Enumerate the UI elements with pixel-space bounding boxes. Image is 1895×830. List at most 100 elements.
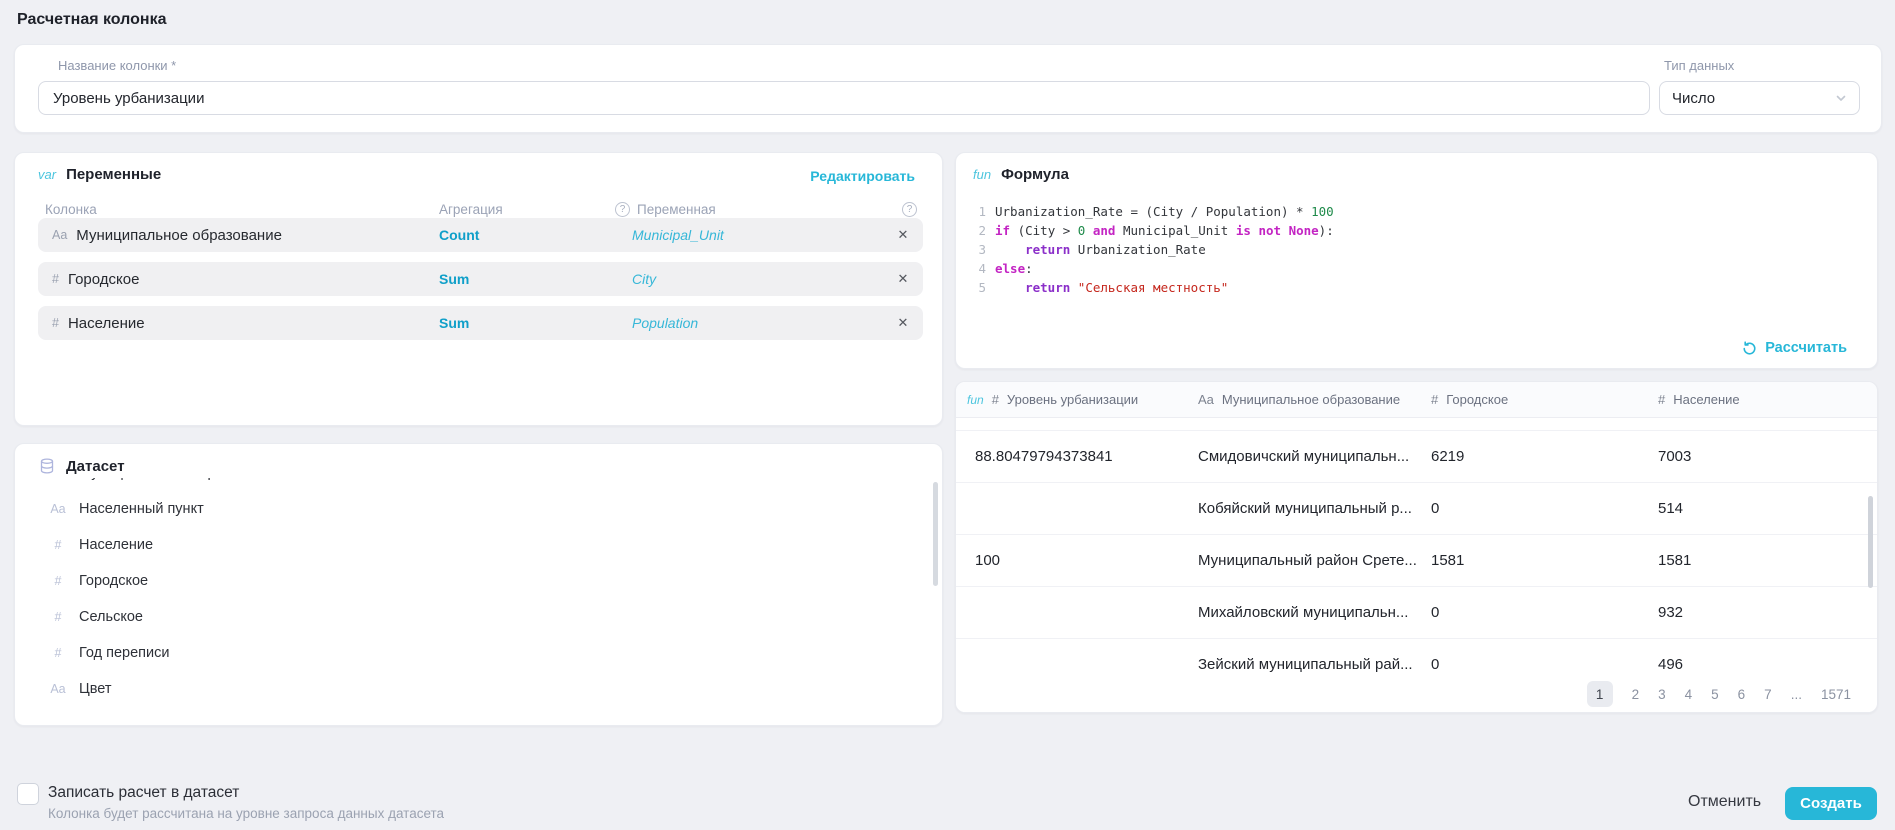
variable-name[interactable]: Municipal_Unit bbox=[632, 227, 883, 243]
preview-cell: 514 bbox=[1658, 500, 1877, 517]
aggregation-select[interactable]: Sum bbox=[439, 315, 632, 331]
preview-table: fun#Уровень урбанизацииAaМуниципальное о… bbox=[955, 381, 1878, 713]
number-type-icon: # bbox=[1658, 392, 1665, 407]
number-type-icon: # bbox=[48, 610, 68, 624]
help-icon[interactable]: ? bbox=[615, 202, 630, 217]
dataset-field-list: AaМуниципальное образованиеAaНаселенный … bbox=[15, 478, 932, 719]
preview-row: 88.80479794373841Смидовичский муниципаль… bbox=[956, 431, 1877, 483]
aggregation-select[interactable]: Sum bbox=[439, 271, 632, 287]
refresh-icon bbox=[1742, 341, 1757, 356]
column-name-input[interactable] bbox=[38, 81, 1650, 115]
preview-scrollbar[interactable] bbox=[1868, 496, 1873, 588]
code-text: Urbanization_Rate = (City / Population) … bbox=[995, 202, 1334, 221]
dataset-field[interactable]: #Сельское bbox=[15, 599, 932, 635]
edit-variables-link[interactable]: Редактировать bbox=[810, 168, 915, 184]
line-number: 5 bbox=[973, 278, 986, 297]
preview-column-label: Городское bbox=[1446, 392, 1508, 407]
create-button[interactable]: Создать bbox=[1785, 787, 1877, 820]
write-to-dataset-label[interactable]: Записать расчет в датасет bbox=[48, 784, 239, 802]
formula-panel-header: fun Формула bbox=[973, 166, 1069, 183]
remove-variable-button[interactable]: ✕ bbox=[883, 271, 923, 287]
code-text: return "Сельская местность" bbox=[995, 278, 1228, 297]
variable-row: AaМуниципальное образованиеCountMunicipa… bbox=[38, 218, 923, 252]
preview-cell: Зейский муниципальный рай... bbox=[1198, 656, 1431, 673]
aggregation-select[interactable]: Count bbox=[439, 227, 632, 243]
preview-row: Михайловский муниципальн...0932 bbox=[956, 587, 1877, 639]
code-text: if (City > 0 and Municipal_Unit is not N… bbox=[995, 221, 1334, 240]
dataset-field[interactable]: #Год переписи bbox=[15, 635, 932, 671]
help-icon[interactable]: ? bbox=[902, 202, 917, 217]
dataset-field[interactable]: #Население bbox=[15, 527, 932, 563]
preview-column-header: fun#Уровень урбанизации bbox=[967, 392, 1198, 407]
variable-name[interactable]: City bbox=[632, 271, 883, 287]
variable-name[interactable]: Population bbox=[632, 315, 883, 331]
data-type-select[interactable]: Число bbox=[1659, 81, 1860, 115]
fun-tag: fun bbox=[973, 167, 991, 182]
code-line: 3 return Urbanization_Rate bbox=[973, 240, 1857, 259]
remove-variable-button[interactable]: ✕ bbox=[883, 227, 923, 243]
page-title: Расчетная колонка bbox=[17, 11, 166, 29]
cancel-button[interactable]: Отменить bbox=[1688, 793, 1761, 811]
dataset-field[interactable]: AaНаселенный пункт bbox=[15, 491, 932, 527]
dataset-scrollbar[interactable] bbox=[933, 482, 938, 586]
formula-code-editor[interactable]: 1Urbanization_Rate = (City / Population)… bbox=[973, 202, 1857, 297]
pagination-page[interactable]: 2 bbox=[1632, 687, 1640, 702]
preview-row-sliver bbox=[956, 418, 1877, 431]
write-to-dataset-hint: Колонка будет рассчитана на уровне запро… bbox=[48, 806, 444, 821]
variable-row: # Городское SumCity✕ bbox=[38, 262, 923, 296]
variable-column-name: Городское bbox=[68, 271, 139, 288]
preview-cell: 6219 bbox=[1431, 448, 1658, 465]
preview-cell: Смидовичский муниципальн... bbox=[1198, 448, 1431, 465]
code-line: 1Urbanization_Rate = (City / Population)… bbox=[973, 202, 1857, 221]
number-type-icon: # bbox=[1431, 392, 1438, 407]
variables-panel: var Переменные Редактировать Колонка Агр… bbox=[14, 152, 943, 426]
preview-cell: 0 bbox=[1431, 656, 1658, 673]
pagination-page[interactable]: 1571 bbox=[1821, 687, 1851, 702]
variable-column-cell: AaМуниципальное образование bbox=[38, 227, 439, 244]
line-number: 4 bbox=[973, 259, 986, 278]
variable-row: # Население SumPopulation✕ bbox=[38, 306, 923, 340]
fun-tag: fun bbox=[967, 393, 984, 407]
preview-row: Кобяйский муниципальный р...0514 bbox=[956, 483, 1877, 535]
number-type-icon: # bbox=[52, 272, 59, 286]
dataset-field-label: Цвет bbox=[79, 681, 112, 697]
pagination-page[interactable]: 6 bbox=[1738, 687, 1746, 702]
number-type-icon: # bbox=[48, 574, 68, 588]
formula-title: Формула bbox=[1001, 166, 1069, 183]
dataset-field[interactable]: AaЦвет bbox=[15, 671, 932, 707]
database-icon bbox=[38, 457, 56, 475]
code-text: else: bbox=[995, 259, 1033, 278]
variable-column-name: Население bbox=[68, 315, 145, 332]
column-settings-card: Название колонки * Тип данных Число bbox=[14, 44, 1882, 133]
write-to-dataset-checkbox[interactable] bbox=[17, 783, 39, 805]
variable-column-cell: # Городское bbox=[38, 271, 439, 288]
preview-row: 100Муниципальный район Срете...15811581 bbox=[956, 535, 1877, 587]
line-number: 2 bbox=[973, 221, 986, 240]
preview-column-label: Муниципальное образование bbox=[1222, 392, 1400, 407]
dataset-field-label: Муниципальное образование bbox=[79, 478, 278, 481]
variables-rows: AaМуниципальное образованиеCountMunicipa… bbox=[38, 218, 923, 350]
dataset-field[interactable]: AaМуниципальное образование bbox=[15, 478, 932, 491]
number-type-icon: # bbox=[48, 646, 68, 660]
preview-column-label: Уровень урбанизации bbox=[1007, 392, 1138, 407]
pagination-page[interactable]: 5 bbox=[1711, 687, 1719, 702]
column-header: Колонка bbox=[38, 202, 439, 217]
preview-cell: Михайловский муниципальн... bbox=[1198, 604, 1431, 621]
dataset-field[interactable]: #Городское bbox=[15, 563, 932, 599]
remove-variable-button[interactable]: ✕ bbox=[883, 315, 923, 331]
line-number: 3 bbox=[973, 240, 986, 259]
code-line: 5 return "Сельская местность" bbox=[973, 278, 1857, 297]
pagination-page[interactable]: 1 bbox=[1587, 681, 1613, 707]
preview-cell: 1581 bbox=[1658, 552, 1877, 569]
preview-cell: 932 bbox=[1658, 604, 1877, 621]
preview-cell: 88.80479794373841 bbox=[967, 448, 1198, 465]
code-text: return Urbanization_Rate bbox=[995, 240, 1206, 259]
number-type-icon: # bbox=[52, 316, 59, 330]
pagination-page[interactable]: 3 bbox=[1658, 687, 1666, 702]
preview-column-label: Население bbox=[1673, 392, 1739, 407]
pagination-page[interactable]: 4 bbox=[1685, 687, 1693, 702]
pagination-page[interactable]: 7 bbox=[1764, 687, 1772, 702]
data-type-label: Тип данных bbox=[1664, 58, 1734, 73]
calculate-button[interactable]: Рассчитать bbox=[1742, 340, 1847, 356]
variable-header: Переменная bbox=[637, 202, 716, 217]
